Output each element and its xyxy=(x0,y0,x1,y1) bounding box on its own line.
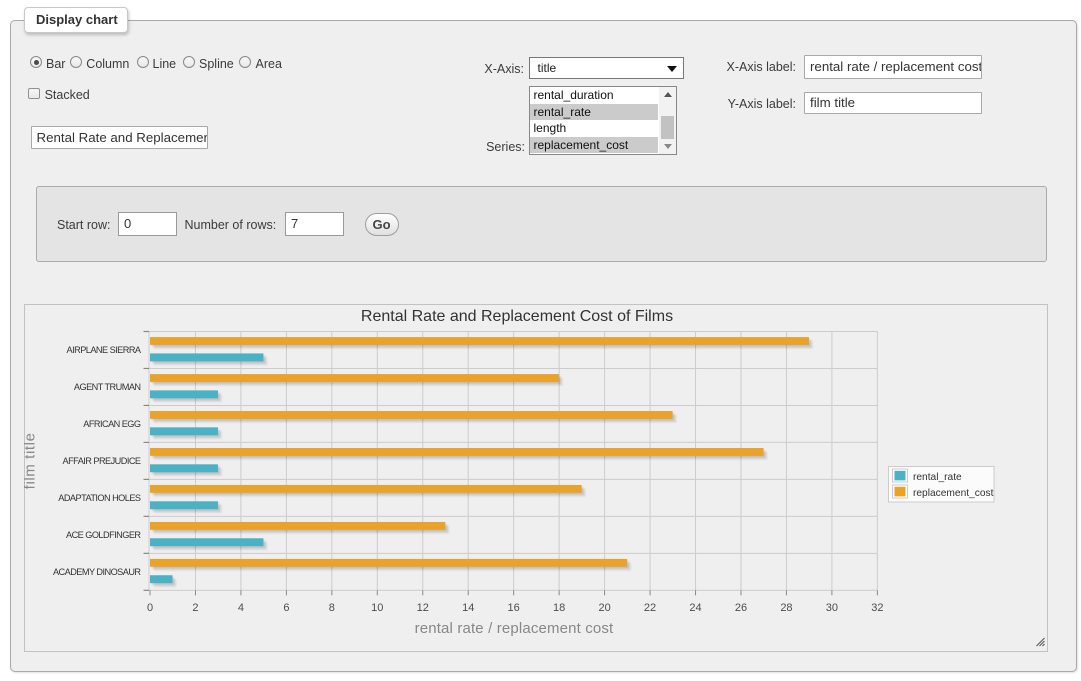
svg-text:rental rate / replacement cost: rental rate / replacement cost xyxy=(415,620,614,637)
svg-text:0: 0 xyxy=(147,602,153,614)
svg-text:4: 4 xyxy=(238,602,244,614)
svg-text:ADAPTATION HOLES: ADAPTATION HOLES xyxy=(58,493,141,503)
svg-text:20: 20 xyxy=(598,602,610,614)
svg-text:18: 18 xyxy=(553,602,565,614)
svg-text:8: 8 xyxy=(329,602,335,614)
svg-text:AFRICAN EGG: AFRICAN EGG xyxy=(83,419,141,429)
svg-text:22: 22 xyxy=(644,602,656,614)
svg-text:replacement_cost: replacement_cost xyxy=(913,488,994,499)
svg-text:AGENT TRUMAN: AGENT TRUMAN xyxy=(74,382,141,392)
svg-text:Rental Rate and Replacement Co: Rental Rate and Replacement Cost of Film… xyxy=(361,308,673,325)
svg-text:ACADEMY DINOSAUR: ACADEMY DINOSAUR xyxy=(53,567,141,577)
svg-text:6: 6 xyxy=(283,602,289,614)
svg-text:rental_rate: rental_rate xyxy=(913,472,962,483)
svg-text:12: 12 xyxy=(417,602,429,614)
svg-text:26: 26 xyxy=(735,602,747,614)
svg-text:28: 28 xyxy=(780,602,792,614)
svg-text:32: 32 xyxy=(871,602,883,614)
svg-text:30: 30 xyxy=(826,602,838,614)
svg-text:16: 16 xyxy=(508,602,520,614)
svg-text:AIRPLANE SIERRA: AIRPLANE SIERRA xyxy=(67,345,142,355)
svg-text:2: 2 xyxy=(192,602,198,614)
svg-text:14: 14 xyxy=(462,602,474,614)
svg-text:10: 10 xyxy=(371,602,383,614)
svg-text:24: 24 xyxy=(689,602,701,614)
svg-text:film title: film title xyxy=(24,432,39,489)
svg-text:AFFAIR PREJUDICE: AFFAIR PREJUDICE xyxy=(63,456,141,466)
svg-text:ACE GOLDFINGER: ACE GOLDFINGER xyxy=(66,530,141,540)
